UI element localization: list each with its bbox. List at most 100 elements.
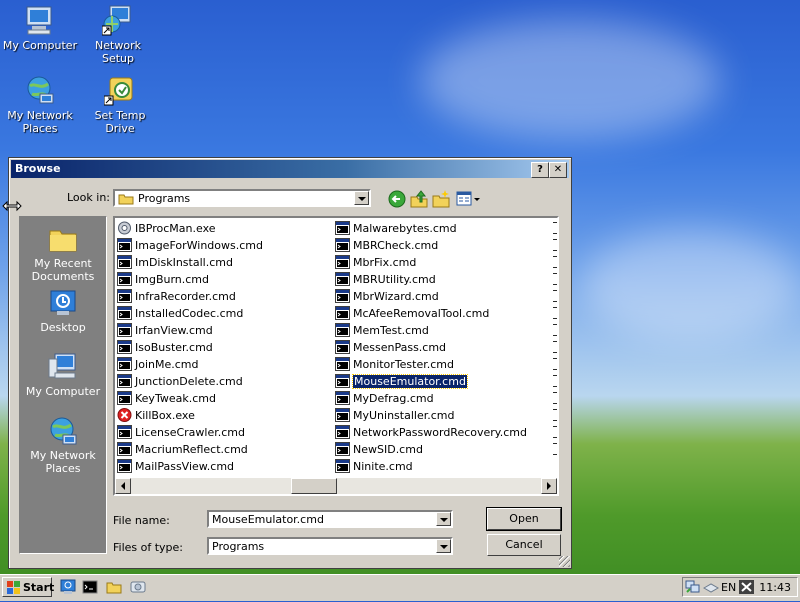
file-item[interactable]: MemTest.cmd — [335, 322, 527, 339]
file-item[interactable]: MBRCheck.cmd — [335, 237, 527, 254]
network-tray-icon[interactable] — [685, 580, 701, 594]
file-item[interactable]: IrfanView.cmd — [117, 322, 263, 339]
file-name: MessenPass.cmd — [353, 341, 447, 354]
close-button[interactable]: ✕ — [549, 162, 567, 178]
file-list[interactable]: IBProcMan.exe ImageForWindows.cmd ImDiskIn… — [113, 216, 559, 496]
file-item[interactable]: JoinMe.cmd — [117, 356, 263, 373]
browse-dialog: Browse ? ✕ Look in: Programs My Recent D… — [8, 157, 572, 569]
place-label: Desktop — [40, 321, 86, 334]
file-item[interactable]: ImDiskInstall.cmd — [117, 254, 263, 271]
file-name-label: File name: — [113, 514, 170, 527]
file-item[interactable]: MonitorTester.cmd — [335, 356, 527, 373]
drive-icon[interactable] — [130, 579, 146, 595]
file-item[interactable]: InstalledCodec.cmd — [117, 305, 263, 322]
cmd-file-icon — [335, 323, 350, 337]
cmd-file-icon — [117, 306, 132, 320]
new-folder-icon[interactable] — [431, 189, 451, 209]
file-name: MbrWizard.cmd — [353, 290, 439, 303]
file-item[interactable]: MessenPass.cmd — [335, 339, 527, 356]
file-name-input[interactable]: MouseEmulator.cmd — [207, 510, 453, 528]
desktop-icon-label: My Network Places — [7, 109, 73, 135]
file-name: MyDefrag.cmd — [353, 392, 434, 405]
file-item[interactable]: MacriumReflect.cmd — [117, 441, 263, 458]
place-label: My Computer — [25, 385, 101, 398]
file-name: ImgBurn.cmd — [135, 273, 210, 286]
explorer-folder-icon[interactable] — [106, 579, 122, 595]
file-item[interactable]: NetworkPasswordRecovery.cmd — [335, 424, 527, 441]
file-item[interactable]: ImageForWindows.cmd — [117, 237, 263, 254]
chevron-down-icon[interactable] — [436, 539, 451, 553]
cmd-file-icon — [335, 238, 350, 252]
file-name: IBProcMan.exe — [135, 222, 216, 235]
place-my-computer[interactable]: My Computer — [20, 351, 106, 398]
network-places-icon — [24, 74, 56, 106]
chevron-down-icon[interactable] — [354, 191, 369, 205]
file-item[interactable]: LicenseCrawler.cmd — [117, 424, 263, 441]
cancel-button[interactable]: Cancel — [487, 534, 561, 556]
resize-grip[interactable] — [559, 556, 570, 567]
cmd-file-icon — [117, 272, 132, 286]
file-item[interactable]: NewSID.cmd — [335, 441, 527, 458]
file-item[interactable]: JunctionDelete.cmd — [117, 373, 263, 390]
file-name: ImageForWindows.cmd — [135, 239, 263, 252]
look-in-label: Look in: — [67, 191, 110, 204]
desktop-icon-network-setup[interactable]: Network Setup — [80, 4, 156, 65]
cmd-file-icon — [117, 255, 132, 269]
file-item[interactable]: KeyTweak.cmd — [117, 390, 263, 407]
drive-tray-icon[interactable] — [702, 580, 720, 594]
back-icon[interactable] — [387, 189, 407, 209]
cmd-file-icon — [335, 255, 350, 269]
file-item[interactable]: MyDefrag.cmd — [335, 390, 527, 407]
file-item[interactable]: MbrWizard.cmd — [335, 288, 527, 305]
scroll-right-icon[interactable] — [541, 478, 557, 494]
desktop-icon-label: Set Temp Drive — [94, 109, 146, 135]
file-name: InfraRecorder.cmd — [135, 290, 236, 303]
help-button[interactable]: ? — [531, 162, 549, 178]
file-item[interactable]: MyUninstaller.cmd — [335, 407, 527, 424]
look-in-dropdown[interactable]: Programs — [113, 189, 371, 207]
file-type-dropdown[interactable]: Programs — [207, 537, 453, 555]
start-button[interactable]: Start — [2, 577, 54, 597]
scroll-left-icon[interactable] — [115, 478, 131, 494]
file-name: JoinMe.cmd — [135, 358, 199, 371]
cmd-file-icon — [117, 238, 132, 252]
file-name: NewSID.cmd — [353, 443, 423, 456]
computer-icon — [47, 351, 79, 383]
file-name: Ninite.cmd — [353, 460, 413, 473]
desktop-icon-set-temp-drive[interactable]: Set Temp Drive — [82, 74, 158, 135]
file-item[interactable]: ImgBurn.cmd — [117, 271, 263, 288]
desktop-icon-my-network-places[interactable]: My Network Places — [2, 74, 78, 135]
cmd-file-icon — [335, 391, 350, 405]
view-menu-icon[interactable] — [455, 189, 481, 209]
place-my-network-places[interactable]: My Network Places — [20, 415, 106, 475]
chevron-down-icon[interactable] — [436, 512, 451, 526]
file-item[interactable]: MbrFix.cmd — [335, 254, 527, 271]
file-item[interactable]: McAfeeRemovalTool.cmd — [335, 305, 527, 322]
close-tray-icon[interactable] — [739, 580, 754, 594]
file-item[interactable]: InfraRecorder.cmd — [117, 288, 263, 305]
cmd-file-icon — [117, 442, 132, 456]
command-prompt-icon[interactable] — [82, 579, 98, 595]
file-item[interactable]: IBProcMan.exe — [117, 220, 263, 237]
file-item[interactable]: MailPassView.cmd — [117, 458, 263, 475]
open-button[interactable]: Open — [486, 507, 562, 531]
place-desktop[interactable]: Desktop — [20, 287, 106, 334]
language-indicator[interactable]: EN — [721, 581, 736, 594]
cmd-file-icon — [117, 425, 132, 439]
up-folder-icon[interactable] — [409, 189, 429, 209]
file-item[interactable]: KillBox.exe — [117, 407, 263, 424]
exe-file-icon — [117, 221, 132, 235]
place-my-recent-documents[interactable]: My Recent Documents — [20, 223, 106, 283]
scrollbar-thumb[interactable] — [291, 478, 337, 494]
desktop-icon-my-computer[interactable]: My Computer — [2, 4, 78, 52]
file-item[interactable]: MBRUtility.cmd — [335, 271, 527, 288]
cmd-file-icon — [117, 374, 132, 388]
file-item[interactable]: Malwarebytes.cmd — [335, 220, 527, 237]
file-item[interactable]: MouseEmulator.cmd — [335, 373, 527, 390]
show-desktop-icon[interactable] — [60, 579, 76, 595]
horizontal-scrollbar[interactable] — [115, 478, 557, 494]
file-item[interactable]: Ninite.cmd — [335, 458, 527, 475]
file-name: Malwarebytes.cmd — [353, 222, 457, 235]
file-item[interactable]: IsoBuster.cmd — [117, 339, 263, 356]
dialog-titlebar[interactable]: Browse ? ✕ — [11, 160, 569, 178]
